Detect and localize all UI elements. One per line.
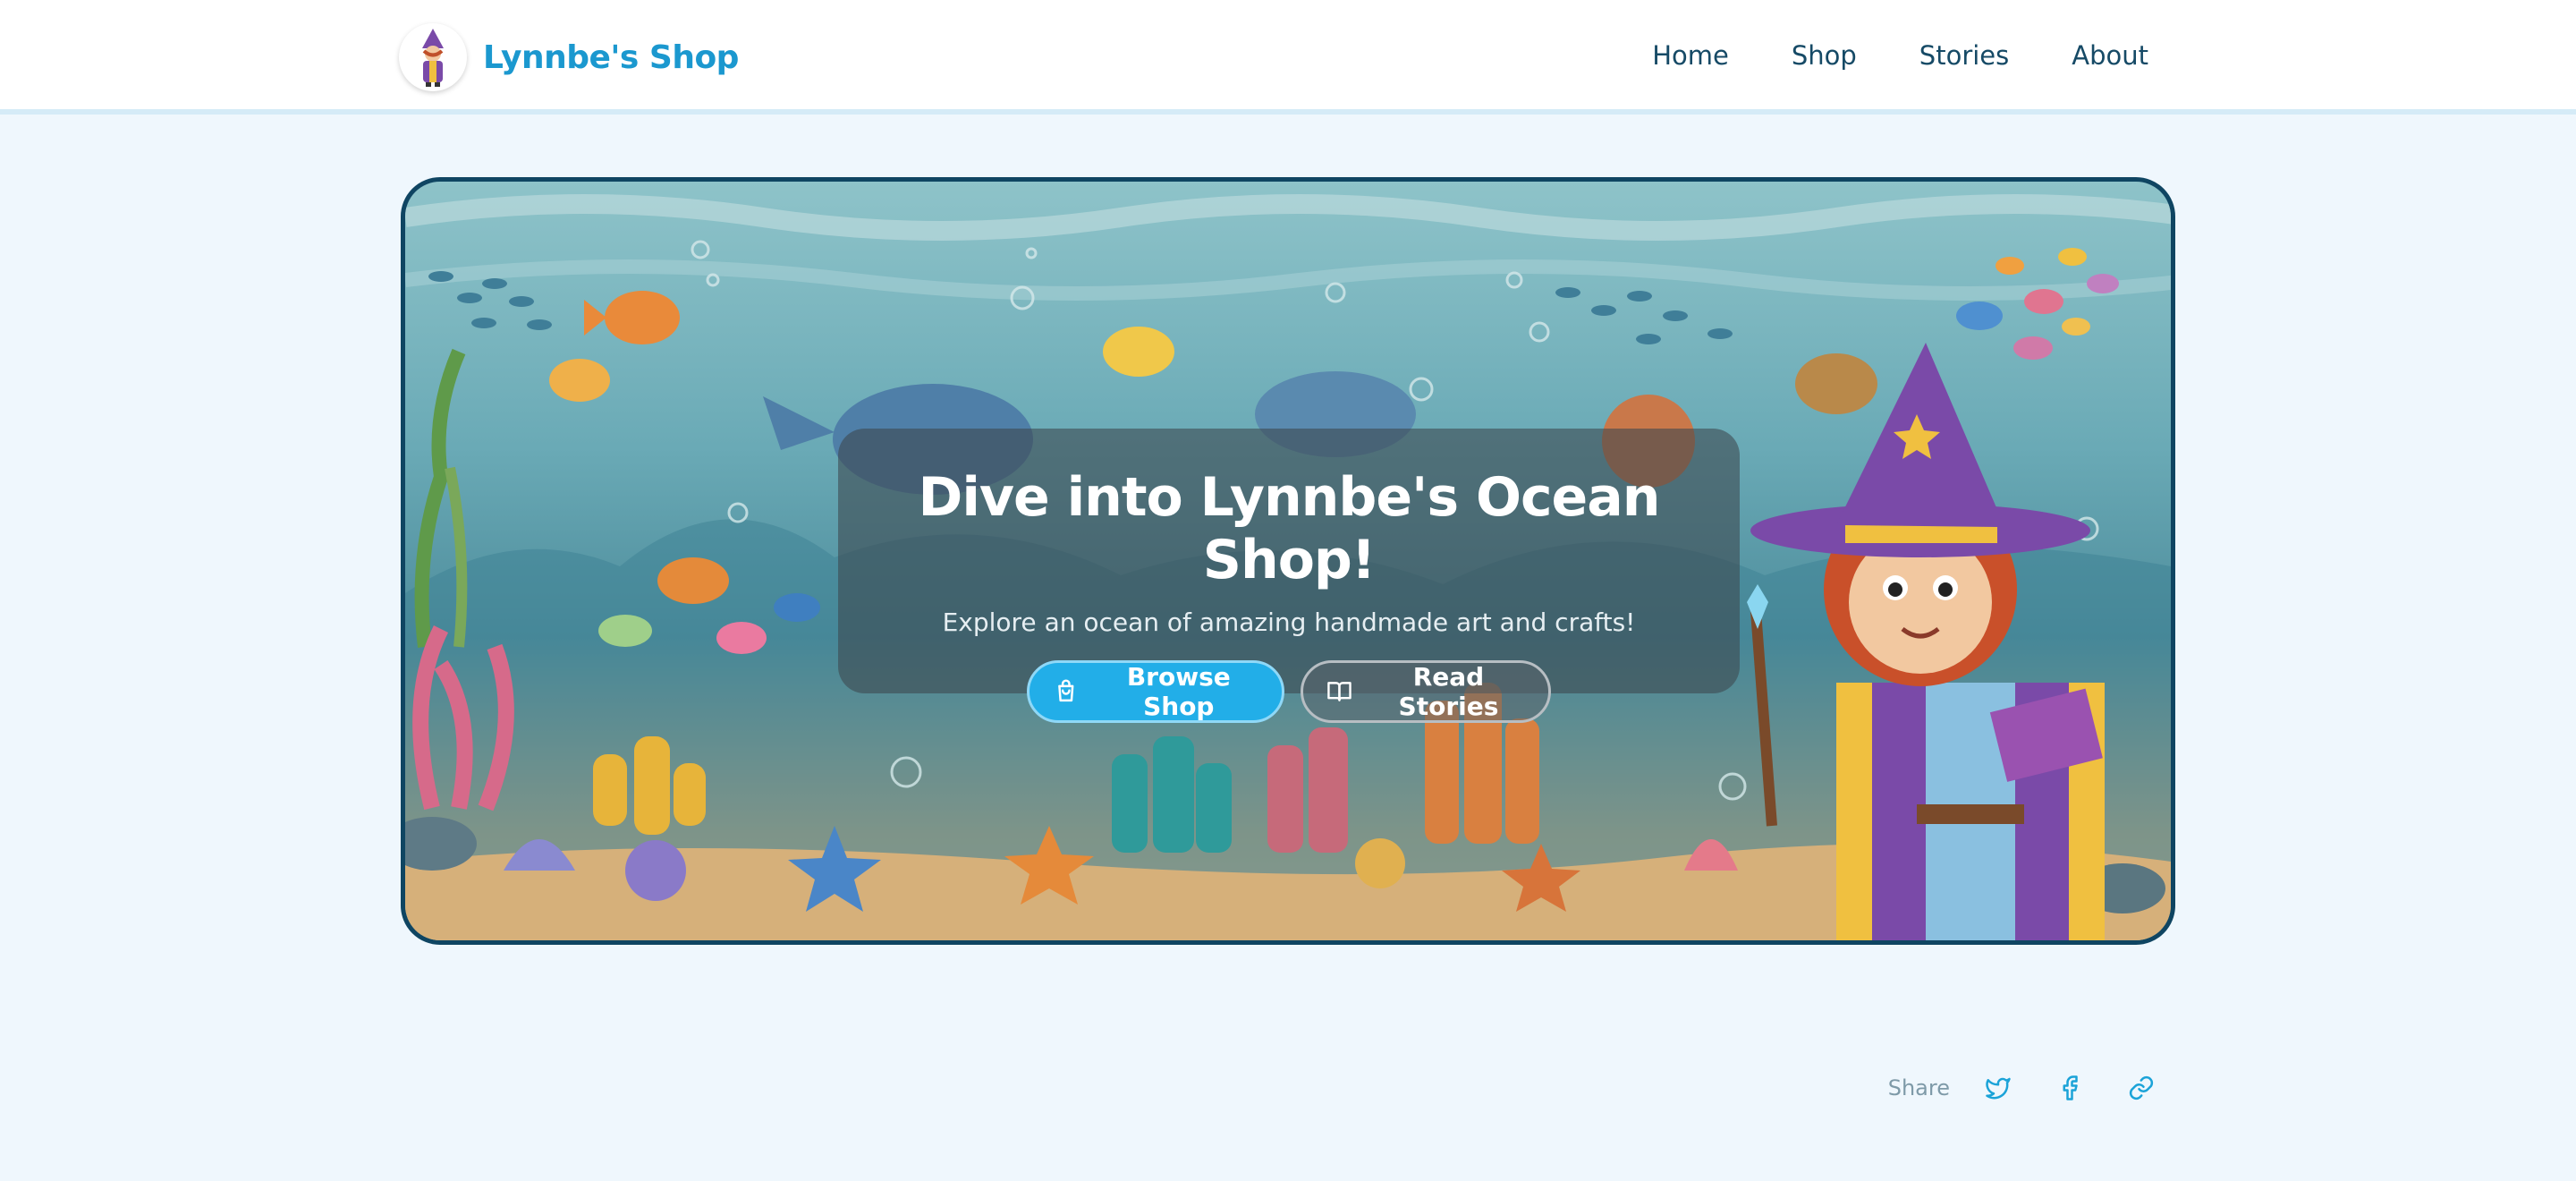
brand-name: Lynnbe's Shop bbox=[483, 38, 739, 76]
main-menu: Home Shop Stories About bbox=[1589, 0, 2148, 111]
open-book-icon bbox=[1327, 682, 1352, 701]
nav-link-stories[interactable]: Stories bbox=[1919, 40, 2009, 71]
browse-shop-button[interactable]: Browse Shop bbox=[1027, 660, 1284, 723]
share-label: Share bbox=[1887, 1075, 1950, 1100]
nav-link-shop[interactable]: Shop bbox=[1792, 40, 1857, 71]
facebook-icon[interactable] bbox=[2052, 1070, 2088, 1106]
nav-link-home[interactable]: Home bbox=[1652, 40, 1729, 71]
browse-shop-label: Browse Shop bbox=[1126, 662, 1231, 721]
hero-actions: Browse Shop Read Stories bbox=[838, 660, 1740, 723]
read-stories-button[interactable]: Read Stories bbox=[1301, 660, 1551, 723]
nav-link-about[interactable]: About bbox=[2072, 40, 2148, 71]
link-icon[interactable] bbox=[2123, 1070, 2159, 1106]
wizard-avatar-icon bbox=[399, 23, 467, 91]
hero-subtitle: Explore an ocean of amazing handmade art… bbox=[942, 607, 1636, 637]
twitter-icon[interactable] bbox=[1980, 1070, 2016, 1106]
shopping-bag-icon bbox=[1058, 679, 1074, 702]
hero-overlay-card: Dive into Lynnbe's Ocean Shop! Explore a… bbox=[838, 429, 1740, 723]
read-stories-label: Read Stories bbox=[1398, 662, 1499, 721]
share-bar: Share bbox=[1888, 1070, 2159, 1106]
hero-banner: Dive into Lynnbe's Ocean Shop! Explore a… bbox=[401, 177, 2175, 945]
hero-title: Dive into Lynnbe's Ocean Shop! bbox=[918, 466, 1661, 591]
brand-logo-link[interactable]: Lynnbe's Shop bbox=[399, 23, 739, 91]
top-navigation: Lynnbe's Shop Home Shop Stories About bbox=[0, 0, 2576, 115]
